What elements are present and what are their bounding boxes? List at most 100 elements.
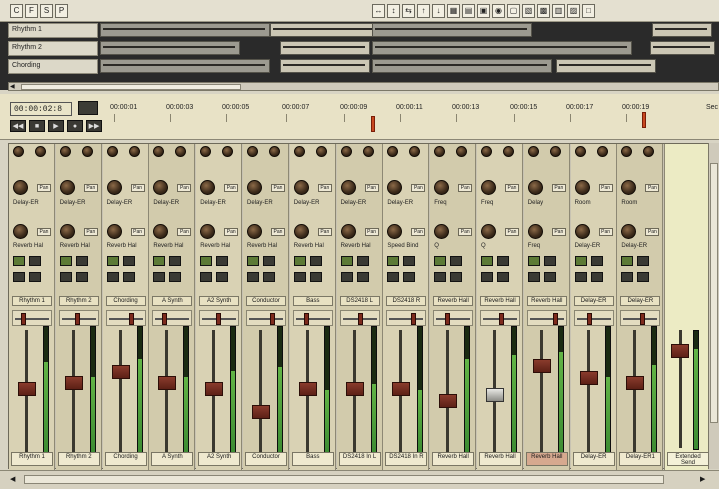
send-knob[interactable] bbox=[387, 180, 403, 195]
mute-button[interactable] bbox=[340, 256, 353, 266]
gain-knob[interactable] bbox=[81, 146, 93, 157]
monitor-button[interactable] bbox=[450, 272, 463, 282]
gain-knob[interactable] bbox=[456, 146, 468, 157]
post-button[interactable]: Pan bbox=[364, 228, 379, 236]
monitor-button[interactable] bbox=[216, 272, 229, 282]
solo-button[interactable] bbox=[590, 256, 603, 266]
post-button[interactable]: Pan bbox=[37, 184, 51, 192]
post-button[interactable]: Pan bbox=[83, 228, 98, 236]
monitor-button[interactable] bbox=[263, 272, 275, 282]
post-button[interactable]: Pan bbox=[411, 184, 426, 192]
send-knob[interactable] bbox=[527, 224, 543, 239]
channel-fader[interactable] bbox=[486, 388, 504, 402]
mixer-vertical-scrollbar[interactable] bbox=[708, 143, 719, 469]
pan-slider[interactable] bbox=[105, 310, 146, 326]
post-button[interactable]: Pan bbox=[598, 184, 613, 192]
channel-fader[interactable] bbox=[18, 382, 36, 397]
post-button[interactable]: Pan bbox=[317, 228, 332, 236]
gain-knob[interactable] bbox=[200, 146, 212, 157]
channel-fader[interactable] bbox=[252, 405, 270, 420]
record-button[interactable]: ● bbox=[67, 120, 83, 132]
channel-fader[interactable] bbox=[626, 376, 645, 391]
send-knob[interactable] bbox=[200, 224, 216, 239]
pan-handle[interactable] bbox=[640, 313, 646, 325]
pan-handle[interactable] bbox=[74, 313, 80, 325]
record-arm-button[interactable] bbox=[106, 272, 119, 282]
track-name[interactable]: Rhythm 2 bbox=[8, 41, 98, 56]
mute-button[interactable] bbox=[13, 256, 25, 266]
channel-fader[interactable] bbox=[64, 376, 83, 391]
pan-handle[interactable] bbox=[216, 313, 222, 325]
rewind-button[interactable]: ◀◀ bbox=[10, 120, 26, 132]
send-knob[interactable] bbox=[200, 180, 216, 195]
post-button[interactable]: Pan bbox=[224, 228, 239, 236]
vscroll-thumb[interactable] bbox=[710, 163, 718, 423]
mute-button[interactable] bbox=[293, 256, 306, 266]
gain-knob[interactable] bbox=[59, 146, 71, 157]
post-button[interactable]: Pan bbox=[551, 184, 566, 192]
mixer-horizontal-scrollbar[interactable]: ◀ ▶ bbox=[0, 470, 719, 489]
record-arm-button[interactable] bbox=[13, 272, 25, 282]
toolbar-tool-icon-13[interactable]: ▨ bbox=[567, 3, 580, 18]
record-arm-button[interactable] bbox=[527, 272, 540, 282]
solo-button[interactable] bbox=[543, 256, 556, 266]
send-knob[interactable] bbox=[574, 224, 590, 239]
mute-button[interactable] bbox=[153, 256, 166, 266]
monitor-button[interactable] bbox=[122, 272, 135, 282]
mute-button[interactable] bbox=[247, 256, 259, 266]
audio-clip[interactable] bbox=[280, 41, 370, 55]
mute-button[interactable] bbox=[527, 256, 540, 266]
toolbar-icon-3[interactable]: P bbox=[55, 3, 68, 18]
post-button[interactable]: Pan bbox=[83, 184, 98, 192]
solo-button[interactable] bbox=[450, 256, 463, 266]
post-button[interactable]: Pan bbox=[224, 184, 239, 192]
monitor-button[interactable] bbox=[543, 272, 556, 282]
record-arm-button[interactable] bbox=[153, 272, 166, 282]
record-arm-button[interactable] bbox=[434, 272, 447, 282]
gain-knob[interactable] bbox=[340, 146, 352, 157]
gain-knob[interactable] bbox=[549, 146, 561, 157]
solo-button[interactable] bbox=[75, 256, 88, 266]
solo-button[interactable] bbox=[29, 256, 41, 266]
send-knob[interactable] bbox=[387, 224, 403, 239]
post-button[interactable]: Pan bbox=[645, 184, 660, 192]
gain-knob[interactable] bbox=[153, 146, 165, 157]
channel-fader[interactable] bbox=[439, 393, 458, 408]
send-knob[interactable] bbox=[247, 180, 262, 195]
track-name[interactable]: Chording bbox=[8, 59, 98, 74]
record-arm-button[interactable] bbox=[340, 272, 353, 282]
toolbar-tool-icon-4[interactable]: ↓ bbox=[432, 3, 445, 18]
toolbar-tool-icon-0[interactable]: ↔ bbox=[372, 3, 385, 18]
post-button[interactable]: Pan bbox=[271, 184, 285, 192]
post-button[interactable]: Pan bbox=[505, 184, 519, 192]
pan-slider[interactable] bbox=[386, 310, 427, 326]
gain-knob[interactable] bbox=[621, 146, 633, 157]
audio-clip[interactable] bbox=[650, 41, 715, 55]
time-format-button[interactable] bbox=[78, 101, 98, 115]
toolbar-tool-icon-1[interactable]: ↕ bbox=[387, 3, 400, 18]
pan-handle[interactable] bbox=[586, 313, 592, 325]
toolbar-tool-icon-5[interactable]: ▦ bbox=[447, 3, 460, 18]
post-button[interactable]: Pan bbox=[317, 184, 332, 192]
mute-button[interactable] bbox=[434, 256, 447, 266]
pan-slider[interactable] bbox=[12, 310, 52, 326]
audio-clip[interactable] bbox=[652, 23, 712, 37]
gain-knob[interactable] bbox=[481, 146, 492, 157]
post-button[interactable]: Pan bbox=[364, 184, 379, 192]
channel-fader[interactable] bbox=[392, 382, 411, 397]
send-knob[interactable] bbox=[293, 180, 309, 195]
post-button[interactable]: Pan bbox=[177, 184, 192, 192]
mute-button[interactable] bbox=[574, 256, 587, 266]
track-name[interactable]: Rhythm 1 bbox=[8, 23, 98, 38]
toolbar-tool-icon-11[interactable]: ▩ bbox=[537, 3, 550, 18]
post-button[interactable]: Pan bbox=[551, 228, 566, 236]
toolbar-tool-icon-10[interactable]: ▧ bbox=[522, 3, 535, 18]
pan-slider[interactable] bbox=[58, 310, 99, 326]
mute-button[interactable] bbox=[106, 256, 119, 266]
solo-button[interactable] bbox=[169, 256, 182, 266]
record-arm-button[interactable] bbox=[621, 272, 634, 282]
solo-button[interactable] bbox=[122, 256, 135, 266]
channel-fader[interactable] bbox=[345, 382, 364, 397]
post-button[interactable]: Pan bbox=[177, 228, 192, 236]
gain-knob[interactable] bbox=[315, 146, 327, 157]
